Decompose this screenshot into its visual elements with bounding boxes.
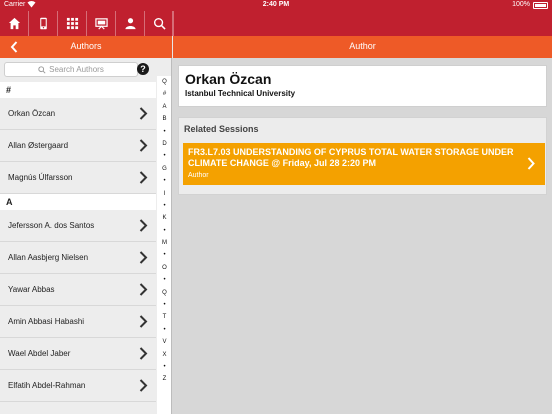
chevron-right-icon (139, 219, 148, 232)
author-name: Allan Østergaard (8, 141, 69, 150)
author-card: Orkan Özcan Istanbul Technical Universit… (178, 65, 547, 107)
index-letter[interactable]: G (157, 163, 171, 175)
index-letter[interactable]: K (157, 212, 171, 224)
index-letter[interactable]: Q (157, 76, 171, 88)
home-icon[interactable] (0, 11, 29, 36)
chevron-right-icon (139, 315, 148, 328)
index-letter[interactable]: • (157, 200, 171, 212)
index-letter[interactable]: • (157, 150, 171, 162)
session-item[interactable]: FR3.L7.03 UNDERSTANDING OF CYPRUS TOTAL … (183, 143, 545, 185)
index-letter[interactable]: M (157, 237, 171, 249)
authors-navbar: Authors (0, 36, 172, 58)
related-sessions-header: Related Sessions (184, 124, 259, 134)
list-item[interactable]: Orkan Özcan (0, 98, 156, 130)
index-letter[interactable]: T (157, 311, 171, 323)
author-navbar: Author (173, 36, 552, 58)
index-letter[interactable]: V (157, 336, 171, 348)
chevron-right-icon (139, 251, 148, 264)
status-time: 2:40 PM (262, 1, 290, 8)
index-letter[interactable]: X (157, 349, 171, 361)
chevron-right-icon (139, 171, 148, 184)
index-letter[interactable]: • (157, 324, 171, 336)
list-item[interactable]: Magnús Úlfarsson (0, 162, 156, 194)
chevron-right-icon (139, 347, 148, 360)
authors-list-pane: Search Authors ? # Orkan Özcan Allan Øst… (0, 58, 172, 414)
user-icon[interactable] (116, 11, 145, 36)
toolbar-divider (172, 11, 173, 36)
chevron-right-icon (139, 379, 148, 392)
index-letter[interactable]: O (157, 262, 171, 274)
list-item[interactable]: Elfatih Abdel-Rahman (0, 370, 156, 402)
status-bar: Carrier 2:40 PM 100% (0, 0, 552, 11)
chevron-right-icon (527, 157, 535, 170)
index-letter[interactable]: • (157, 249, 171, 261)
battery-icon (533, 2, 548, 9)
index-letter[interactable]: A (157, 101, 171, 113)
presentation-icon[interactable] (87, 11, 116, 36)
battery-percent: 100% (512, 1, 530, 8)
index-letter[interactable]: I (157, 188, 171, 200)
chevron-right-icon (139, 139, 148, 152)
author-name: Jefersson A. dos Santos (8, 221, 95, 230)
index-letter[interactable]: B (157, 113, 171, 125)
session-title: FR3.L7.03 UNDERSTANDING OF CYPRUS TOTAL … (188, 147, 514, 168)
phone-icon[interactable] (29, 11, 58, 36)
list-item[interactable]: Allan Aasbjerg Nielsen (0, 242, 156, 274)
author-name: Allan Aasbjerg Nielsen (8, 253, 89, 262)
section-index[interactable]: Q # A B • D • G • I • K • M • O • Q • T • V X • Z (157, 76, 171, 414)
list-item[interactable]: Jefersson A. dos Santos (0, 210, 156, 242)
index-letter[interactable]: • (157, 175, 171, 187)
index-letter[interactable]: • (157, 274, 171, 286)
author-affiliation: Istanbul Technical University (185, 89, 296, 98)
magnifier-icon (38, 65, 46, 74)
section-header: A (0, 194, 156, 210)
list-item[interactable]: Yawar Abbas (0, 274, 156, 306)
author-name: Elfatih Abdel-Rahman (8, 381, 86, 390)
authors-list: # Orkan Özcan Allan Østergaard Magnús Úl… (0, 82, 156, 402)
chevron-right-icon (139, 283, 148, 296)
search-icon[interactable] (145, 11, 174, 36)
author-name: Magnús Úlfarsson (8, 173, 73, 182)
list-item[interactable]: Amin Abbasi Habashi (0, 306, 156, 338)
index-letter[interactable]: • (157, 299, 171, 311)
grid-icon[interactable] (58, 11, 87, 36)
help-icon[interactable]: ? (137, 63, 149, 75)
session-role: Author (188, 172, 209, 179)
author-name: Amin Abbasi Habashi (8, 317, 85, 326)
author-name: Orkan Özcan (8, 109, 56, 118)
index-letter[interactable]: D (157, 138, 171, 150)
author-name: Wael Abdel Jaber (8, 349, 71, 358)
index-letter[interactable]: • (157, 361, 171, 373)
author-name: Yawar Abbas (8, 285, 55, 294)
index-letter[interactable]: Q (157, 287, 171, 299)
search-placeholder: Search Authors (49, 65, 104, 74)
section-header: # (0, 82, 156, 98)
index-letter[interactable]: • (157, 126, 171, 138)
author-nav-title: Author (349, 41, 376, 51)
list-item[interactable]: Allan Østergaard (0, 130, 156, 162)
related-sessions: Related Sessions FR3.L7.03 UNDERSTANDING… (178, 117, 547, 195)
search-input[interactable]: Search Authors (4, 62, 138, 77)
index-letter[interactable]: Z (157, 373, 171, 385)
main-toolbar (0, 11, 174, 36)
list-item[interactable]: Wael Abdel Jaber (0, 338, 156, 370)
author-title: Orkan Özcan (185, 71, 272, 87)
search-bar: Search Authors ? (0, 58, 171, 82)
authors-nav-title: Authors (70, 41, 102, 51)
chevron-right-icon (139, 107, 148, 120)
index-letter[interactable]: • (157, 225, 171, 237)
index-letter[interactable]: # (157, 88, 171, 100)
